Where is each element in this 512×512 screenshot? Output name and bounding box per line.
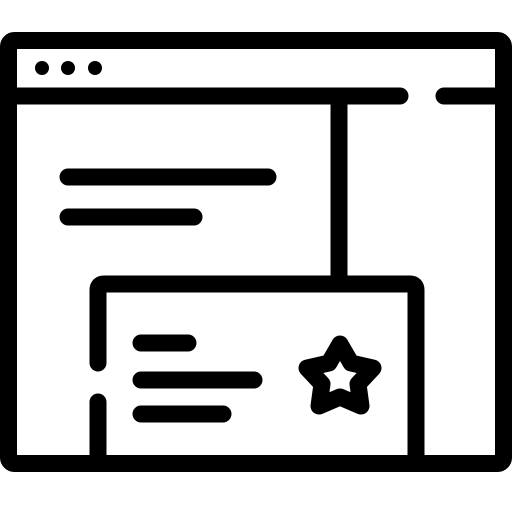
- star-icon: [298, 335, 382, 415]
- window-dot-icon: [88, 61, 102, 75]
- browser-window-featured-card-icon: [0, 32, 512, 472]
- window-dot-icon: [61, 61, 75, 75]
- window-dot-icon: [35, 61, 49, 75]
